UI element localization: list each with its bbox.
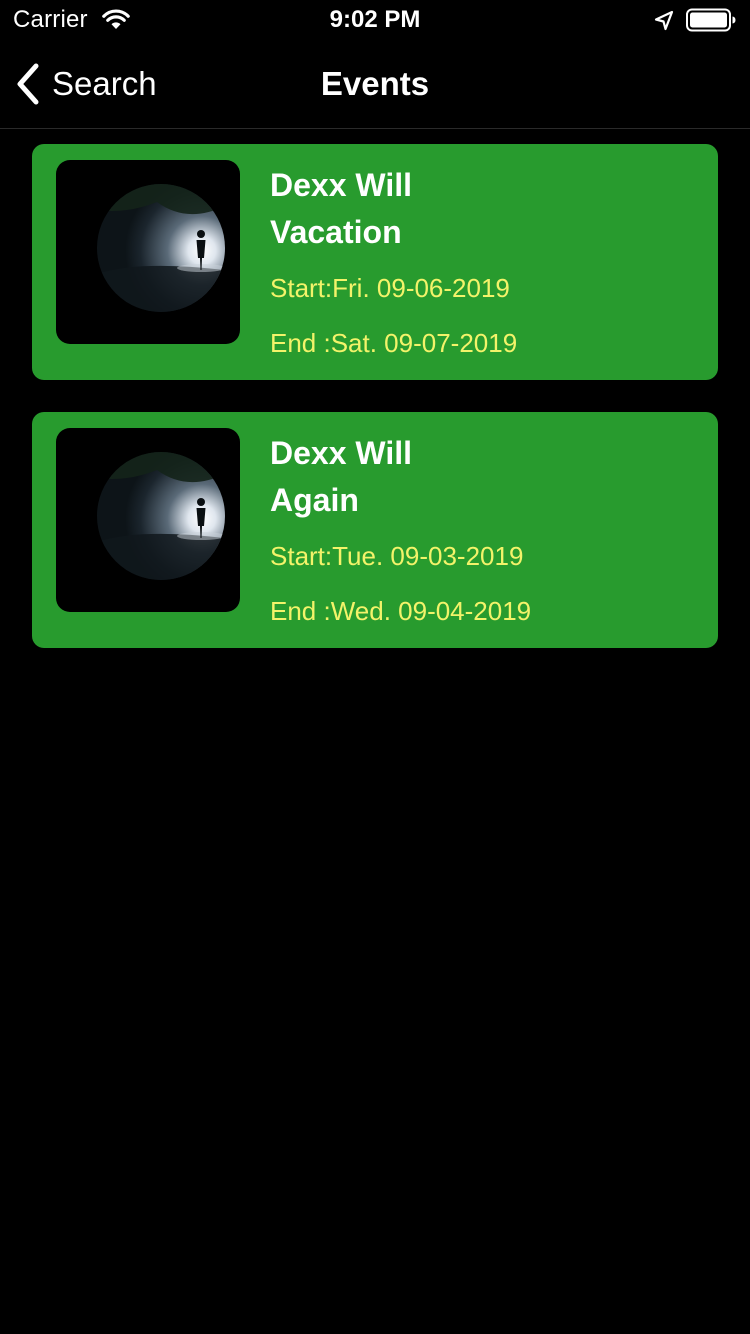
event-thumbnail bbox=[56, 428, 240, 612]
event-title-line: Dexx Will bbox=[270, 167, 412, 203]
event-thumbnail bbox=[56, 160, 240, 344]
event-list: Dexx Will Vacation Start:Fri. 09-06-2019… bbox=[32, 144, 718, 680]
event-card[interactable]: Dexx Will Again Start:Tue. 09-03-2019 En… bbox=[32, 412, 718, 648]
event-title: Dexx Will Vacation bbox=[270, 162, 670, 256]
event-end-date: End :Wed. 09-04-2019 bbox=[270, 596, 532, 626]
navigation-bar: Search Events bbox=[0, 40, 750, 129]
event-title-line: Dexx Will bbox=[270, 435, 412, 471]
event-title-line: Again bbox=[270, 482, 359, 518]
event-end-date: End :Sat. 09-07-2019 bbox=[270, 328, 518, 358]
event-title: Dexx Will Again bbox=[270, 430, 670, 524]
event-start-date: Start:Tue. 09-03-2019 bbox=[270, 541, 524, 571]
event-photo bbox=[97, 452, 225, 580]
clock-time: 9:02 PM bbox=[329, 6, 421, 33]
event-photo bbox=[97, 184, 225, 312]
status-bar: Carrier 9:02 PM bbox=[0, 0, 750, 40]
event-card[interactable]: Dexx Will Vacation Start:Fri. 09-06-2019… bbox=[32, 144, 718, 380]
battery-icon bbox=[686, 8, 736, 32]
page-title: Events bbox=[320, 65, 430, 102]
event-title-line: Vacation bbox=[270, 214, 402, 250]
event-start-date: Start:Fri. 09-06-2019 bbox=[270, 273, 510, 303]
location-arrow-icon bbox=[654, 10, 674, 31]
